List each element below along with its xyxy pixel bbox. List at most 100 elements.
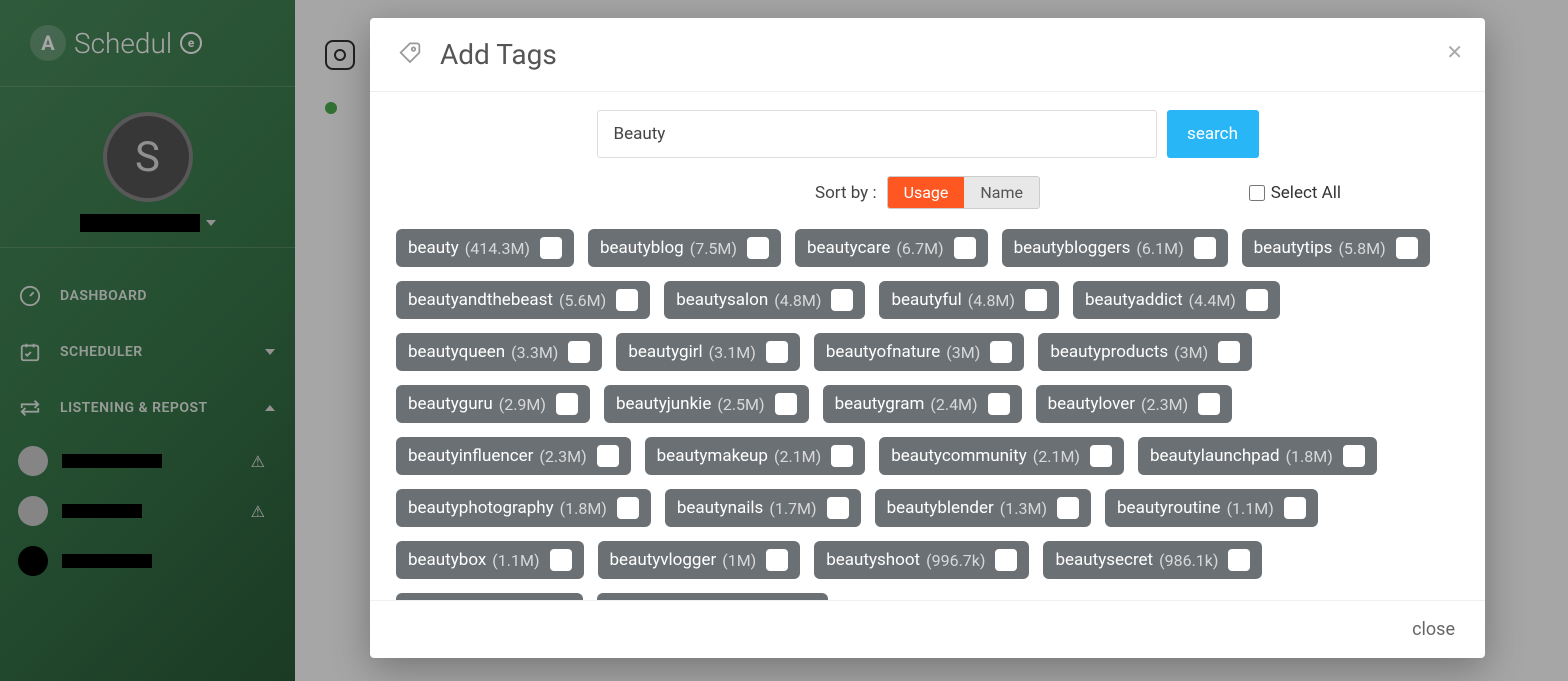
tag-pill[interactable]: beautylover(2.3M) <box>1036 385 1233 423</box>
tag-pill[interactable]: beautysecret(986.1k) <box>1043 541 1262 579</box>
tag-checkbox[interactable] <box>988 393 1010 415</box>
tag-checkbox[interactable] <box>831 445 853 467</box>
tag-count: (2.4M) <box>930 395 977 414</box>
tag-name: beautybloggers <box>1014 238 1131 258</box>
tag-checkbox[interactable] <box>617 497 639 519</box>
tag-pill[interactable]: beautyinfluencer(2.3M) <box>396 437 631 475</box>
tag-checkbox[interactable] <box>556 393 578 415</box>
tag-pill[interactable]: beautyshoot(996.7k) <box>814 541 1029 579</box>
tag-pill[interactable]: beautygirl(3.1M) <box>616 333 799 371</box>
tag-pill[interactable]: beautyhair(974k) <box>396 593 583 600</box>
tag-pill[interactable]: beautybox(1.1M) <box>396 541 584 579</box>
tag-pill[interactable]: beautynails (1.7M) <box>665 489 861 527</box>
close-button[interactable]: close <box>1412 619 1455 640</box>
select-all-input[interactable] <box>1249 185 1265 201</box>
modal-title: Add Tags <box>440 38 557 71</box>
tag-pill[interactable]: beautybloggers(6.1M) <box>1002 229 1228 267</box>
tag-count: (6.7M) <box>896 239 943 258</box>
tag-checkbox[interactable] <box>995 549 1017 571</box>
close-icon[interactable]: ✕ <box>1446 40 1463 64</box>
tag-pill[interactable]: beautycare (6.7M) <box>795 229 988 267</box>
tag-pill[interactable]: beautyproducts(3M) <box>1038 333 1252 371</box>
tag-pill[interactable]: beautytips(5.8M) <box>1242 229 1430 267</box>
tag-name: beautycare <box>807 238 890 258</box>
tag-count: (1.7M) <box>769 499 816 518</box>
tag-name: beautylover <box>1048 394 1135 414</box>
tag-checkbox[interactable] <box>1198 393 1220 415</box>
tag-checkbox[interactable] <box>1284 497 1306 519</box>
modal-footer: close <box>370 600 1485 658</box>
tag-checkbox[interactable] <box>597 445 619 467</box>
tag-pill[interactable]: beautyproduct(969.9k) <box>597 593 827 600</box>
tag-checkbox[interactable] <box>616 289 638 311</box>
tag-checkbox[interactable] <box>1228 549 1250 571</box>
tag-name: beautysecret <box>1055 550 1153 570</box>
tag-pill[interactable]: beautyblender(1.3M) <box>875 489 1091 527</box>
tag-name: beautymakeup <box>657 446 768 466</box>
tag-name: beautyblog <box>600 238 684 258</box>
search-row: search <box>394 110 1461 158</box>
tag-pill[interactable]: beautylaunchpad(1.8M) <box>1138 437 1377 475</box>
tag-pill[interactable]: beautyblog(7.5M) <box>588 229 781 267</box>
tag-checkbox[interactable] <box>1057 497 1079 519</box>
tag-name: beautyvlogger <box>610 550 717 570</box>
tag-name: beautygirl <box>628 342 702 362</box>
tag-pill[interactable]: beautyvlogger (1M) <box>598 541 801 579</box>
tag-name: beautyguru <box>408 394 493 414</box>
tag-pill[interactable]: beautyphotography(1.8M) <box>396 489 651 527</box>
modal-body: search Sort by : Usage Name Select All b… <box>370 92 1485 600</box>
tag-checkbox[interactable] <box>1090 445 1112 467</box>
sort-row: Sort by : Usage Name Select All <box>394 176 1461 209</box>
tag-name: beautyblender <box>887 498 994 518</box>
tag-checkbox[interactable] <box>540 237 562 259</box>
tag-pill[interactable]: beautycommunity(2.1M) <box>879 437 1124 475</box>
tag-pill[interactable]: beautyguru (2.9M) <box>396 385 590 423</box>
tag-checkbox[interactable] <box>766 341 788 363</box>
tag-pill[interactable]: beautyqueen(3.3M) <box>396 333 602 371</box>
tag-checkbox[interactable] <box>1396 237 1418 259</box>
tag-checkbox[interactable] <box>775 393 797 415</box>
tag-pill[interactable]: beautygram(2.4M) <box>823 385 1022 423</box>
tag-name: beautynails <box>677 498 763 518</box>
tag-checkbox[interactable] <box>990 341 1012 363</box>
tag-checkbox[interactable] <box>1194 237 1216 259</box>
tag-pill[interactable]: beautyroutine(1.1M) <box>1105 489 1318 527</box>
tag-pill[interactable]: beautyandthebeast(5.6M) <box>396 281 650 319</box>
sort-usage-button[interactable]: Usage <box>888 177 965 208</box>
tag-count: (2.9M) <box>499 395 546 414</box>
tag-pill[interactable]: beautymakeup(2.1M) <box>645 437 866 475</box>
tag-pill[interactable]: beautyjunkie(2.5M) <box>604 385 809 423</box>
tag-name: beautyinfluencer <box>408 446 533 466</box>
tag-name: beautyjunkie <box>616 394 711 414</box>
tag-count: (3M) <box>1174 343 1208 362</box>
tag-checkbox[interactable] <box>1218 341 1240 363</box>
tag-checkbox[interactable] <box>550 549 572 571</box>
tag-checkbox[interactable] <box>1246 289 1268 311</box>
tag-pill[interactable]: beautyofnature(3M) <box>814 333 1024 371</box>
tag-pill[interactable]: beautyful(4.8M) <box>879 281 1059 319</box>
tag-checkbox[interactable] <box>1025 289 1047 311</box>
tag-count: (1M) <box>722 551 756 570</box>
tag-count: (4.8M) <box>774 291 821 310</box>
tag-checkbox[interactable] <box>568 341 590 363</box>
tag-checkbox[interactable] <box>831 289 853 311</box>
tag-search-input[interactable] <box>597 110 1157 158</box>
tag-count: (4.4M) <box>1189 291 1236 310</box>
tag-name: beautyandthebeast <box>408 290 553 310</box>
tag-checkbox[interactable] <box>747 237 769 259</box>
tag-checkbox[interactable] <box>1343 445 1365 467</box>
tag-count: (1.8M) <box>1286 447 1333 466</box>
select-all-label: Select All <box>1271 183 1341 203</box>
sort-name-button[interactable]: Name <box>964 177 1039 208</box>
select-all-checkbox[interactable]: Select All <box>1249 183 1341 203</box>
tag-pill[interactable]: beautyaddict(4.4M) <box>1073 281 1280 319</box>
tag-checkbox[interactable] <box>954 237 976 259</box>
search-button[interactable]: search <box>1167 110 1259 158</box>
tag-checkbox[interactable] <box>766 549 788 571</box>
tag-pill[interactable]: beautysalon(4.8M) <box>664 281 865 319</box>
tags-container: beauty(414.3M) beautyblog(7.5M) beautycare… <box>394 229 1461 600</box>
tag-count: (3.3M) <box>511 343 558 362</box>
tag-pill[interactable]: beauty(414.3M) <box>396 229 574 267</box>
tag-checkbox[interactable] <box>827 497 849 519</box>
modal-header: Add Tags ✕ <box>370 18 1485 92</box>
